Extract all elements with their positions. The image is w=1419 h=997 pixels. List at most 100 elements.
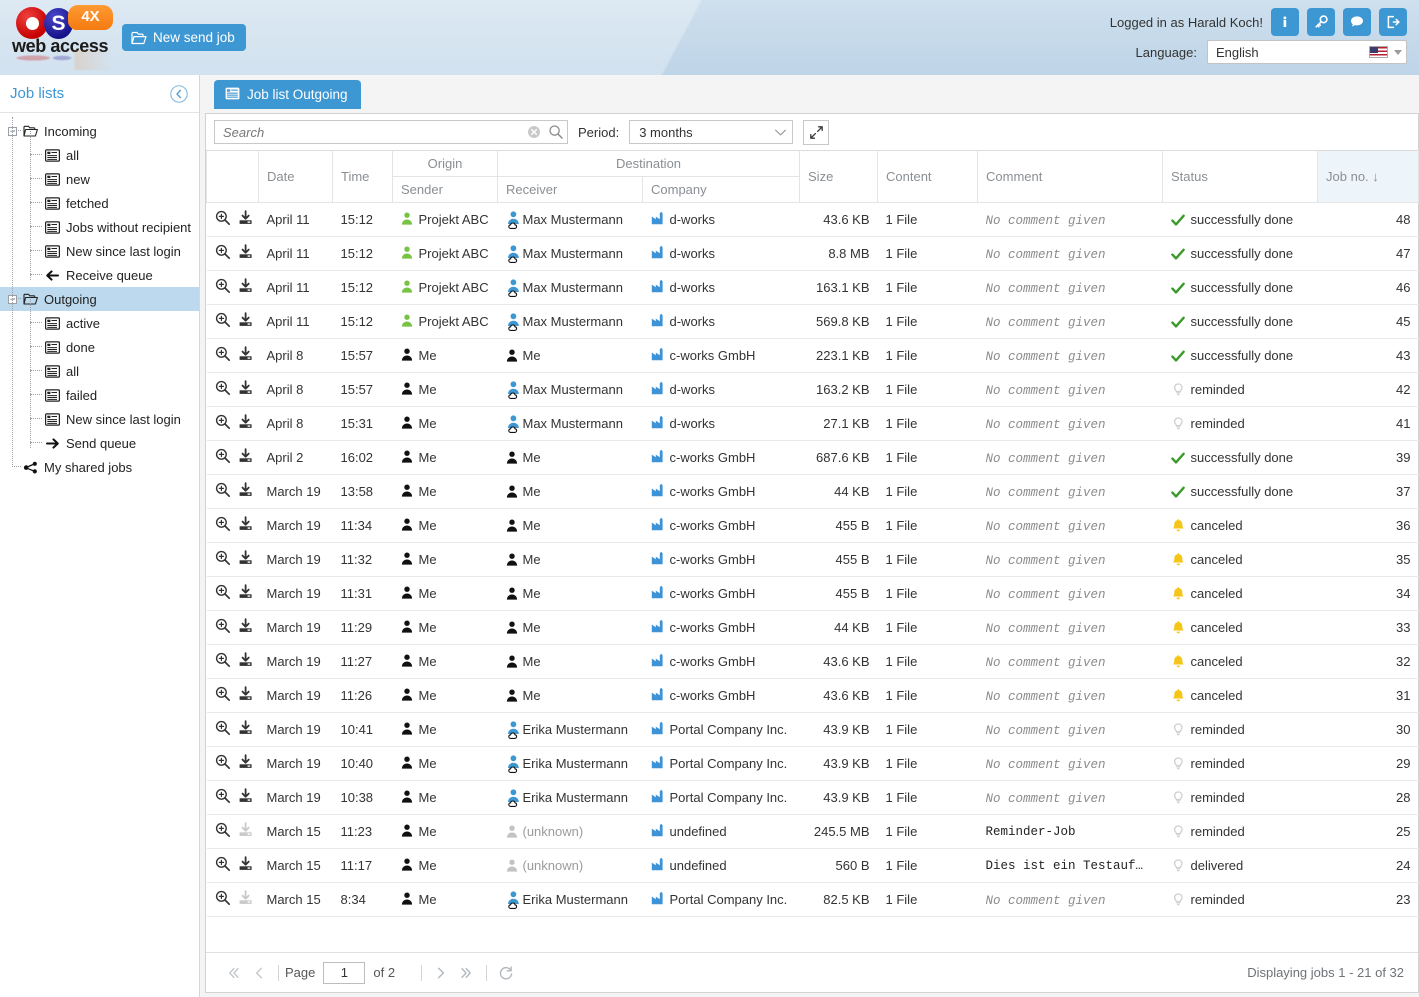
table-row[interactable]: April 1115:12Projekt ABCMax Mustermannd-… [207,237,1419,271]
th-company[interactable]: Company [643,177,800,203]
magnifier-plus-icon[interactable] [215,856,231,875]
magnifier-plus-icon[interactable] [215,584,231,603]
search-icon[interactable] [545,124,567,140]
table-row[interactable]: April 1115:12Projekt ABCMax Mustermannd-… [207,203,1419,237]
page-input[interactable] [323,962,365,984]
next-page-icon[interactable] [428,960,454,986]
table-row[interactable]: March 1911:32MeMec-works GmbH455 B1 File… [207,543,1419,577]
th-status[interactable]: Status [1163,151,1318,203]
sidebar-item-my-shared-jobs[interactable]: My shared jobs [0,455,199,479]
download-icon[interactable] [238,652,254,671]
table-row[interactable]: March 1910:38MeErika MustermannPortal Co… [207,781,1419,815]
table-row[interactable]: March 1911:26MeMec-works GmbH43.6 KB1 Fi… [207,679,1419,713]
cell-company: d-works [643,203,800,237]
th-receiver[interactable]: Receiver [498,177,643,203]
magnifier-plus-icon[interactable] [215,550,231,569]
cell-time: 11:29 [333,611,393,645]
language-select[interactable]: English [1207,40,1407,64]
magnifier-plus-icon[interactable] [215,380,231,399]
magnifier-plus-icon[interactable] [215,822,231,841]
download-icon[interactable] [238,584,254,603]
magnifier-plus-icon[interactable] [215,482,231,501]
download-icon[interactable] [238,618,254,637]
magnifier-plus-icon[interactable] [215,312,231,331]
download-icon[interactable] [238,244,254,263]
sender-label: Me [419,858,437,873]
magnifier-plus-icon[interactable] [215,618,231,637]
download-icon[interactable] [238,788,254,807]
company-label: c-works GmbH [670,484,756,499]
table-row[interactable]: April 1115:12Projekt ABCMax Mustermannd-… [207,305,1419,339]
magnifier-plus-icon[interactable] [215,720,231,739]
first-page-icon[interactable] [220,960,246,986]
table-row[interactable]: March 158:34MeErika MustermannPortal Com… [207,883,1419,917]
table-row[interactable]: March 1910:41MeErika MustermannPortal Co… [207,713,1419,747]
search-box[interactable] [214,120,568,144]
magnifier-plus-icon[interactable] [215,516,231,535]
table-row[interactable]: April 815:57MeMax Mustermannd-works163.2… [207,373,1419,407]
table-row[interactable]: April 216:02MeMec-works GmbH687.6 KB1 Fi… [207,441,1419,475]
logout-icon[interactable] [1379,8,1407,36]
download-icon[interactable] [238,448,254,467]
magnifier-plus-icon[interactable] [215,890,231,909]
th-sender[interactable]: Sender [393,177,498,203]
th-size[interactable]: Size [800,151,878,203]
download-icon[interactable] [238,550,254,569]
table-row[interactable]: March 1911:34MeMec-works GmbH455 B1 File… [207,509,1419,543]
magnifier-plus-icon[interactable] [215,448,231,467]
table-row[interactable]: March 1911:27MeMec-works GmbH43.6 KB1 Fi… [207,645,1419,679]
download-icon[interactable] [238,312,254,331]
th-time[interactable]: Time [333,151,393,203]
prev-page-icon[interactable] [246,960,272,986]
download-icon[interactable] [238,686,254,705]
magnifier-plus-icon[interactable] [215,414,231,433]
search-input[interactable] [215,121,523,143]
clear-circle-icon[interactable] [523,125,545,139]
magnifier-plus-icon[interactable] [215,754,231,773]
chat-icon[interactable] [1343,8,1371,36]
download-icon[interactable] [238,210,254,229]
table-row[interactable]: March 1511:17Me(unknown)undefined560 B1 … [207,849,1419,883]
download-icon[interactable] [238,380,254,399]
magnifier-plus-icon[interactable] [215,788,231,807]
table-row[interactable]: April 815:57MeMec-works GmbH223.1 KB1 Fi… [207,339,1419,373]
table-row[interactable]: March 1911:31MeMec-works GmbH455 B1 File… [207,577,1419,611]
th-content[interactable]: Content [878,151,978,203]
magnifier-plus-icon[interactable] [215,278,231,297]
expand-diagonal-icon[interactable] [803,120,829,145]
magnifier-plus-icon[interactable] [215,346,231,365]
th-comment[interactable]: Comment [978,151,1163,203]
download-icon[interactable] [238,346,254,365]
chevron-left-circle-icon[interactable] [169,84,189,104]
th-job-no[interactable]: Job no. ↓ [1318,151,1419,203]
download-icon[interactable] [238,278,254,297]
last-page-icon[interactable] [454,960,480,986]
factory-icon [651,585,664,602]
cell-date: April 11 [259,271,333,305]
new-send-job-button[interactable]: New send job [122,24,246,51]
refresh-icon[interactable] [493,960,519,986]
period-select[interactable]: 3 months [629,120,793,144]
table-row[interactable]: March 1913:58MeMec-works GmbH44 KB1 File… [207,475,1419,509]
download-icon[interactable] [238,720,254,739]
magnifier-plus-icon[interactable] [215,210,231,229]
download-icon[interactable] [238,516,254,535]
info-icon[interactable] [1271,8,1299,36]
table-row[interactable]: April 1115:12Projekt ABCMax Mustermannd-… [207,271,1419,305]
download-icon [238,890,254,909]
download-icon[interactable] [238,482,254,501]
magnifier-plus-icon[interactable] [215,652,231,671]
download-icon[interactable] [238,414,254,433]
download-icon[interactable] [238,856,254,875]
table-row[interactable]: March 1910:40MeErika MustermannPortal Co… [207,747,1419,781]
download-icon[interactable] [238,754,254,773]
magnifier-plus-icon[interactable] [215,244,231,263]
magnifier-plus-icon[interactable] [215,686,231,705]
tab-job-list-outgoing[interactable]: Job list Outgoing [214,80,361,109]
table-row[interactable]: April 815:31MeMax Mustermannd-works27.1 … [207,407,1419,441]
key-icon[interactable] [1307,8,1335,36]
table-row[interactable]: March 1511:23Me(unknown)undefined245.5 M… [207,815,1419,849]
table-row[interactable]: March 1911:29MeMec-works GmbH44 KB1 File… [207,611,1419,645]
th-date[interactable]: Date [259,151,333,203]
cell-company: c-works GmbH [643,475,800,509]
